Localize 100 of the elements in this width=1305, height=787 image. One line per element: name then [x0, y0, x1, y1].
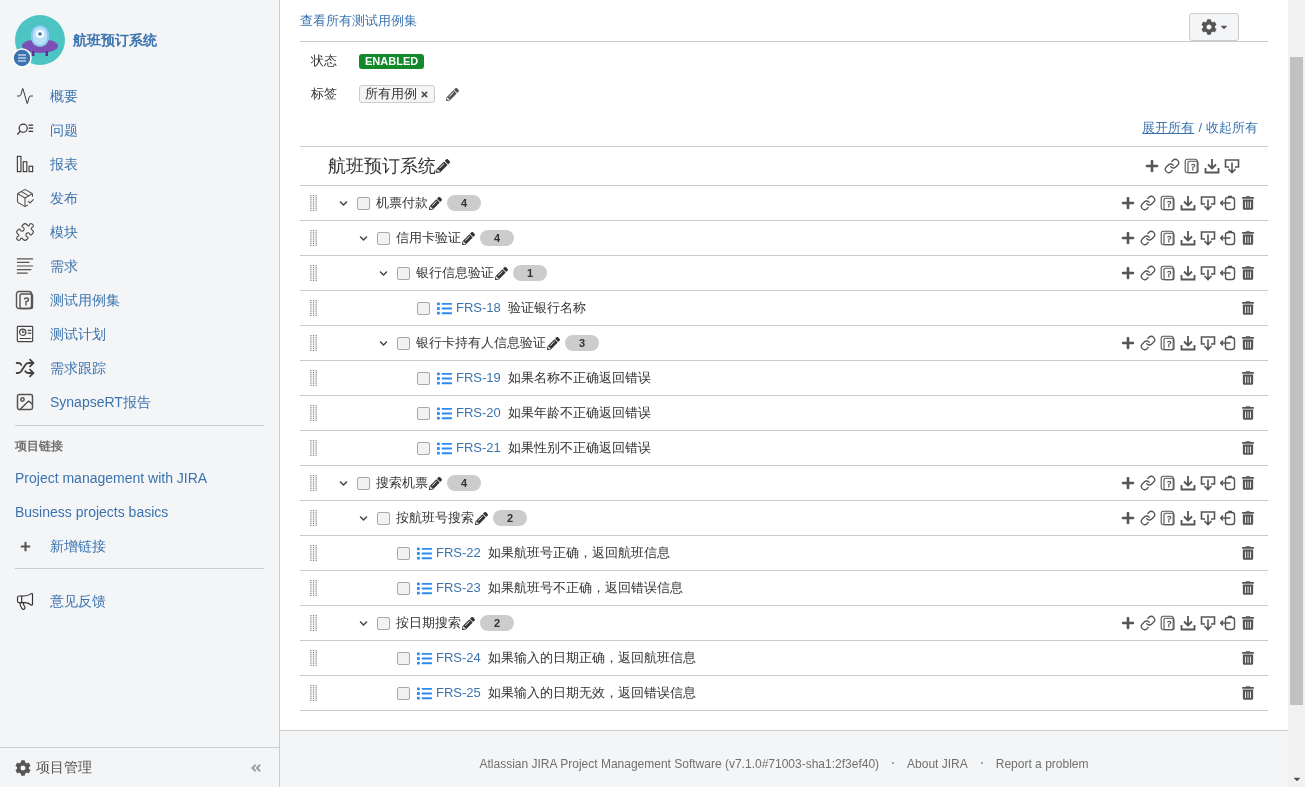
checkbox[interactable] — [377, 231, 390, 245]
import-icon[interactable] — [1200, 230, 1216, 246]
footer-link[interactable]: About JIRA — [907, 755, 968, 773]
download-icon[interactable] — [1180, 510, 1196, 526]
nav-item[interactable]: 测试用例集 — [0, 283, 279, 317]
clipboard-arrow-icon[interactable] — [1220, 615, 1236, 631]
issue-key-link[interactable]: FRS-19 — [456, 368, 501, 388]
issue-key-link[interactable]: FRS-24 — [436, 648, 481, 668]
drag-handle-icon[interactable] — [310, 580, 317, 596]
clipboard-arrow-icon[interactable] — [1220, 510, 1236, 526]
pencil-icon[interactable] — [446, 87, 459, 101]
plus-icon[interactable] — [1121, 196, 1135, 210]
trash-icon[interactable] — [1242, 231, 1254, 245]
expand-collapse-link[interactable]: 展开所有 — [1142, 118, 1195, 138]
plus-icon[interactable] — [1121, 476, 1135, 490]
link-icon[interactable] — [1140, 195, 1156, 211]
chevron-down-icon[interactable] — [358, 513, 368, 523]
clipboard-arrow-icon[interactable] — [1220, 265, 1236, 281]
checkbox[interactable] — [397, 266, 410, 280]
nav-item[interactable]: 模块 — [0, 215, 279, 249]
download-icon[interactable] — [1180, 265, 1196, 281]
checkbox[interactable] — [397, 651, 410, 665]
view-all-link[interactable]: 查看所有测试用例集 — [300, 13, 417, 29]
issue-key-link[interactable]: FRS-23 — [436, 578, 481, 598]
checkbox[interactable] — [397, 581, 410, 595]
nav-item[interactable]: 需求 — [0, 249, 279, 283]
trash-icon[interactable] — [1242, 336, 1254, 350]
add-link-item[interactable]: 新增链接 — [0, 529, 279, 563]
drag-handle-icon[interactable] — [310, 370, 317, 386]
scrollbar-thumb[interactable] — [1290, 57, 1303, 705]
import-icon[interactable] — [1200, 510, 1216, 526]
plus-icon[interactable] — [1121, 511, 1135, 525]
import-icon[interactable] — [1200, 335, 1216, 351]
drag-handle-icon[interactable] — [310, 510, 317, 526]
drag-handle-icon[interactable] — [310, 545, 317, 561]
link-icon[interactable] — [1140, 615, 1156, 631]
trash-icon[interactable] — [1242, 686, 1254, 700]
clipboard-arrow-icon[interactable] — [1220, 195, 1236, 211]
project-name[interactable]: 航班预订系统 — [73, 29, 157, 51]
trash-icon[interactable] — [1242, 371, 1254, 385]
pencil-icon[interactable] — [495, 266, 508, 280]
download-icon[interactable] — [1180, 195, 1196, 211]
trash-icon[interactable] — [1242, 616, 1254, 630]
drag-handle-icon[interactable] — [310, 475, 317, 491]
drag-handle-icon[interactable] — [310, 685, 317, 701]
document-icon[interactable] — [1160, 615, 1176, 631]
link-icon[interactable] — [1140, 265, 1156, 281]
nav-item[interactable]: 测试计划 — [0, 317, 279, 351]
pencil-icon[interactable] — [436, 159, 450, 173]
clipboard-arrow-icon[interactable] — [1220, 335, 1236, 351]
settings-dropdown-button[interactable] — [1189, 13, 1239, 41]
feedback-item[interactable]: 意见反馈 — [0, 584, 279, 618]
chevron-down-icon[interactable] — [378, 338, 388, 348]
document-icon[interactable] — [1184, 158, 1200, 174]
link-icon[interactable] — [1140, 510, 1156, 526]
checkbox[interactable] — [397, 546, 410, 560]
link-icon[interactable] — [1140, 475, 1156, 491]
checkbox[interactable] — [397, 336, 410, 350]
trash-icon[interactable] — [1242, 301, 1254, 315]
download-icon[interactable] — [1180, 335, 1196, 351]
nav-item[interactable]: 发布 — [0, 181, 279, 215]
drag-handle-icon[interactable] — [310, 230, 317, 246]
checkbox[interactable] — [357, 196, 370, 210]
checkbox[interactable] — [417, 406, 430, 420]
footer-link[interactable]: Report a problem — [995, 755, 1089, 773]
import-icon[interactable] — [1200, 615, 1216, 631]
issue-key-link[interactable]: FRS-25 — [436, 683, 481, 703]
trash-icon[interactable] — [1242, 511, 1254, 525]
pencil-icon[interactable] — [547, 336, 560, 350]
drag-handle-icon[interactable] — [310, 265, 317, 281]
trash-icon[interactable] — [1242, 581, 1254, 595]
document-icon[interactable] — [1160, 230, 1176, 246]
remove-icon[interactable] — [420, 89, 429, 99]
checkbox[interactable] — [357, 476, 370, 490]
pencil-icon[interactable] — [429, 476, 442, 490]
pencil-icon[interactable] — [429, 196, 442, 210]
chevron-down-icon[interactable] — [358, 618, 368, 628]
trash-icon[interactable] — [1242, 266, 1254, 280]
nav-item[interactable]: 报表 — [0, 147, 279, 181]
issue-key-link[interactable]: FRS-18 — [456, 298, 501, 318]
nav-item[interactable]: 问题 — [0, 113, 279, 147]
issue-key-link[interactable]: FRS-20 — [456, 403, 501, 423]
drag-handle-icon[interactable] — [310, 615, 317, 631]
import-icon[interactable] — [1200, 475, 1216, 491]
checkbox[interactable] — [377, 511, 390, 525]
document-icon[interactable] — [1160, 265, 1176, 281]
chevron-down-icon[interactable] — [338, 198, 348, 208]
pencil-icon[interactable] — [462, 616, 475, 630]
import-icon[interactable] — [1224, 158, 1240, 174]
drag-handle-icon[interactable] — [310, 300, 317, 316]
trash-icon[interactable] — [1242, 651, 1254, 665]
drag-handle-icon[interactable] — [310, 440, 317, 456]
plus-icon[interactable] — [1121, 616, 1135, 630]
drag-handle-icon[interactable] — [310, 650, 317, 666]
checkbox[interactable] — [417, 371, 430, 385]
document-icon[interactable] — [1160, 195, 1176, 211]
pencil-icon[interactable] — [462, 231, 475, 245]
trash-icon[interactable] — [1242, 476, 1254, 490]
drag-handle-icon[interactable] — [310, 405, 317, 421]
checkbox[interactable] — [417, 301, 430, 315]
